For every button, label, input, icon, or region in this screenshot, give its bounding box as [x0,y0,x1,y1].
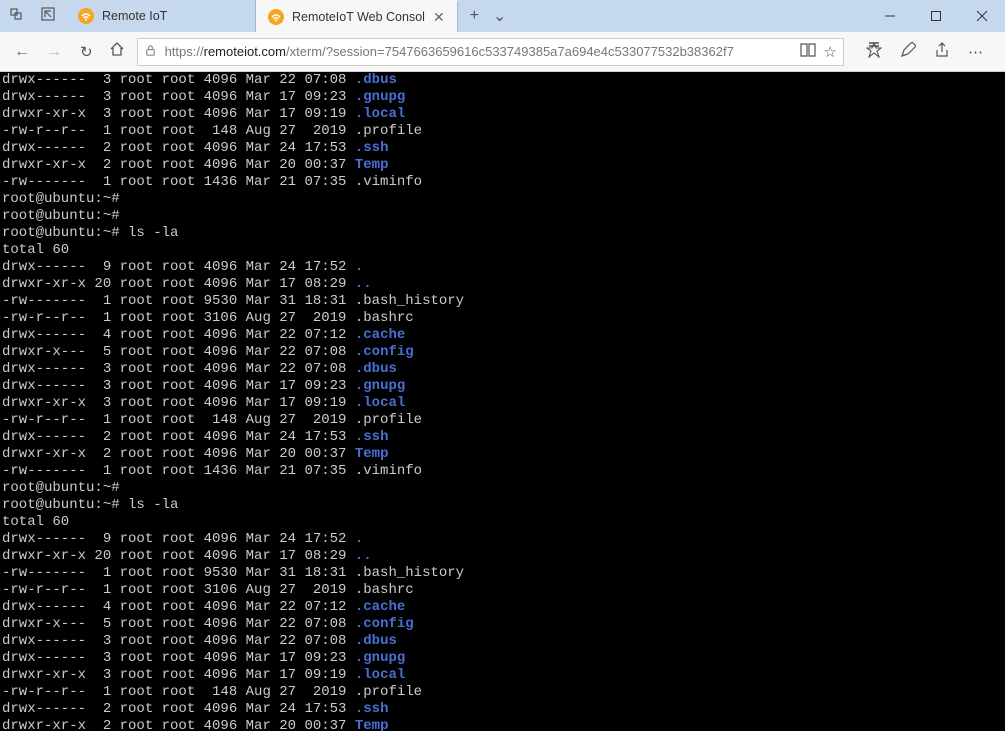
terminal-line: total 60 [2,514,1003,531]
terminal-line: drwxr-xr-x 3 root root 4096 Mar 17 09:19… [2,106,1003,123]
reload-button[interactable]: ↻ [76,43,97,61]
terminal-line: -rw------- 1 root root 9530 Mar 31 18:31… [2,565,1003,582]
terminal-line: drwx------ 9 root root 4096 Mar 24 17:52… [2,259,1003,276]
terminal-line: -rw------- 1 root root 9530 Mar 31 18:31… [2,293,1003,310]
terminal-line: -rw-r--r-- 1 root root 148 Aug 27 2019 .… [2,123,1003,140]
window-controls [867,0,1005,32]
terminal-line: drwx------ 9 root root 4096 Mar 24 17:52… [2,531,1003,548]
more-icon[interactable]: ⋯ [968,43,983,61]
terminal-line: drwxr-x--- 5 root root 4096 Mar 22 07:08… [2,616,1003,633]
terminal-line: -rw------- 1 root root 1436 Mar 21 07:35… [2,463,1003,480]
terminal-line: drwx------ 3 root root 4096 Mar 17 09:23… [2,378,1003,395]
terminal-line: -rw-r--r-- 1 root root 148 Aug 27 2019 .… [2,412,1003,429]
terminal-line: drwx------ 2 root root 4096 Mar 24 17:53… [2,429,1003,446]
right-icons: ⋯ [852,42,997,62]
terminal-line: drwxr-x--- 5 root root 4096 Mar 22 07:08… [2,344,1003,361]
terminal-line: drwx------ 4 root root 4096 Mar 22 07:12… [2,327,1003,344]
terminal-line: root@ubuntu:~# ls -la [2,497,1003,514]
chevron-down-icon[interactable]: ⌄ [493,6,506,26]
notes-icon[interactable] [900,42,916,62]
terminal-line: drwxr-xr-x 20 root root 4096 Mar 17 08:2… [2,548,1003,565]
title-bar: Remote IoT RemoteIoT Web Consol ✕ + ⌄ [0,0,1005,32]
minimize-button[interactable] [867,0,913,32]
favorite-icon[interactable]: ☆ [824,43,837,61]
share-icon[interactable] [934,42,950,62]
terminal-line: drwx------ 3 root root 4096 Mar 17 09:23… [2,89,1003,106]
terminal-line: root@ubuntu:~# ls -la [2,225,1003,242]
terminal-line: drwxr-xr-x 2 root root 4096 Mar 20 00:37… [2,718,1003,731]
urlbar[interactable]: https://remoteiot.com/xterm/?session=754… [137,38,844,66]
tab-remote-iot[interactable]: Remote IoT [66,0,256,32]
terminal-line: drwxr-xr-x 3 root root 4096 Mar 17 09:19… [2,395,1003,412]
close-window-button[interactable] [959,0,1005,32]
terminal-line: -rw-r--r-- 1 root root 3106 Aug 27 2019 … [2,582,1003,599]
terminal-line: drwx------ 3 root root 4096 Mar 17 09:23… [2,650,1003,667]
tab-web-console[interactable]: RemoteIoT Web Consol ✕ [256,0,458,32]
reading-view-icon[interactable] [800,43,816,61]
terminal[interactable]: drwx------ 3 root root 4096 Mar 22 07:08… [0,72,1005,731]
terminal-line: drwx------ 3 root root 4096 Mar 22 07:08… [2,361,1003,378]
terminal-line: root@ubuntu:~# [2,208,1003,225]
terminal-line: drwxr-xr-x 20 root root 4096 Mar 17 08:2… [2,276,1003,293]
terminal-line: drwxr-xr-x 2 root root 4096 Mar 20 00:37… [2,157,1003,174]
nav-arrows: ← → [8,43,68,61]
url-text: https://remoteiot.com/xterm/?session=754… [165,44,792,59]
terminal-line: -rw-r--r-- 1 root root 3106 Aug 27 2019 … [2,310,1003,327]
back-button[interactable]: ← [14,43,30,61]
wifi-icon [268,9,284,25]
lock-icon [144,44,157,60]
tab-label: Remote IoT [102,9,167,23]
tab-label: RemoteIoT Web Consol [292,10,425,24]
forward-button[interactable]: → [46,43,62,61]
tab-actions: + ⌄ [458,0,519,32]
home-button[interactable] [105,41,129,62]
terminal-line: root@ubuntu:~# [2,191,1003,208]
terminal-line: drwxr-xr-x 2 root root 4096 Mar 20 00:37… [2,446,1003,463]
new-tab-button[interactable]: + [470,7,479,25]
terminal-line: drwx------ 2 root root 4096 Mar 24 17:53… [2,140,1003,157]
wifi-icon [78,8,94,24]
terminal-line: drwx------ 4 root root 4096 Mar 22 07:12… [2,599,1003,616]
terminal-line: root@ubuntu:~# [2,480,1003,497]
terminal-line: drwx------ 3 root root 4096 Mar 22 07:08… [2,633,1003,650]
terminal-line: -rw------- 1 root root 1436 Mar 21 07:35… [2,174,1003,191]
maximize-button[interactable] [913,0,959,32]
tab-preview-icon[interactable] [10,6,26,27]
tab-prefix [0,0,66,32]
set-aside-icon[interactable] [40,6,56,27]
terminal-line: drwx------ 3 root root 4096 Mar 22 07:08… [2,72,1003,89]
terminal-line: -rw-r--r-- 1 root root 148 Aug 27 2019 .… [2,684,1003,701]
close-icon[interactable]: ✕ [433,9,445,26]
terminal-line: drwxr-xr-x 3 root root 4096 Mar 17 09:19… [2,667,1003,684]
terminal-line: total 60 [2,242,1003,259]
toolbar: ← → ↻ https://remoteiot.com/xterm/?sessi… [0,32,1005,72]
terminal-line: drwx------ 2 root root 4096 Mar 24 17:53… [2,701,1003,718]
favorites-icon[interactable] [866,42,882,62]
